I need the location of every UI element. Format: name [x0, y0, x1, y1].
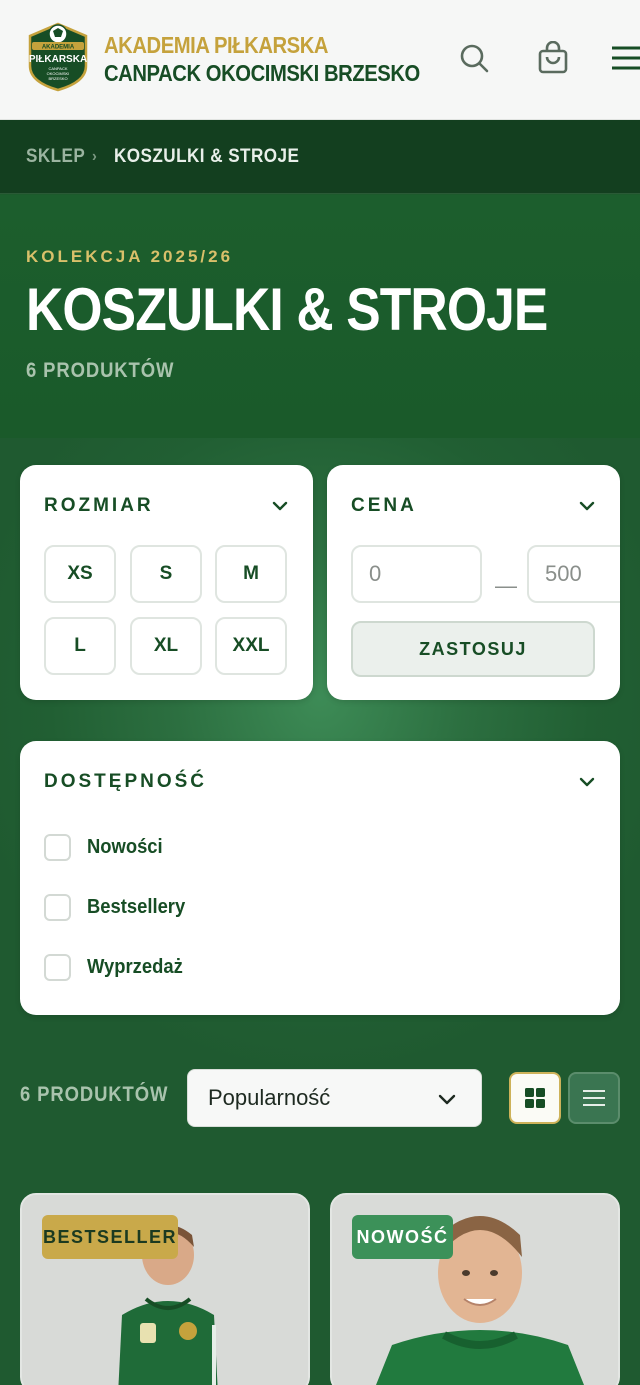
size-option-s[interactable]: S — [130, 545, 202, 603]
chevron-down-icon — [438, 1094, 456, 1105]
search-icon[interactable] — [456, 40, 492, 76]
size-option-xl[interactable]: XL — [130, 617, 202, 675]
availability-option-bestsellers[interactable]: Bestsellery — [44, 893, 194, 921]
results-count: 6 PRODUKTÓW — [20, 1083, 169, 1106]
breadcrumb-link-shop[interactable]: SKLEP — [26, 146, 85, 168]
product-count: 6 PRODUKTÓW — [26, 359, 175, 382]
chevron-down-icon[interactable] — [578, 497, 596, 515]
size-filter-title: ROZMIAR — [44, 495, 154, 516]
svg-text:AKADEMIA: AKADEMIA — [42, 45, 75, 51]
product-badge: BESTSELLER — [42, 1215, 178, 1259]
availability-option-new[interactable]: Nowości — [44, 833, 169, 861]
availability-option-sale[interactable]: Wyprzedaż — [44, 953, 191, 981]
size-option-xs[interactable]: XS — [44, 545, 116, 603]
club-logo[interactable]: AKADEMIA PIŁKARSKA CANPACK OKOCIMSKI BRZ… — [24, 22, 92, 92]
availability-option-label: Bestsellery — [87, 895, 186, 918]
menu-icon[interactable] — [606, 40, 640, 76]
size-option-l[interactable]: L — [44, 617, 116, 675]
checkbox[interactable] — [44, 893, 71, 921]
apply-price-button[interactable]: ZASTOSUJ — [351, 621, 595, 677]
product-badge: NOWOŚĆ — [352, 1215, 453, 1259]
checkbox[interactable] — [44, 833, 71, 861]
size-option-xxl[interactable]: XXL — [215, 617, 287, 675]
price-filter-title: CENA — [351, 495, 417, 516]
breadcrumb-separator: › — [92, 148, 98, 165]
breadcrumb: SKLEP › KOSZULKI & STROJE — [0, 120, 640, 194]
brand-name-line2: CANPACK OKOCIMSKI BRZESKO — [104, 60, 420, 86]
list-view-button[interactable] — [568, 1072, 620, 1124]
breadcrumb-current: KOSZULKI & STROJE — [114, 146, 300, 167]
chevron-down-icon[interactable] — [578, 773, 596, 791]
price-filter-card: CENA 0 — 500 ZASTOSUJ — [327, 465, 620, 700]
site-header: AKADEMIA PIŁKARSKA CANPACK OKOCIMSKI BRZ… — [0, 0, 640, 120]
availability-option-label: Nowości — [87, 835, 163, 858]
size-filter-card: ROZMIAR XS S M L XL XXL — [20, 465, 313, 700]
price-max-input[interactable]: 500 — [527, 545, 620, 603]
chevron-down-icon[interactable] — [271, 497, 289, 515]
grid-view-button[interactable] — [509, 1072, 561, 1124]
product-card[interactable]: NOWOŚĆ — [330, 1193, 620, 1385]
sort-select[interactable]: Popularność — [187, 1069, 482, 1127]
page-title: KOSZULKI & STROJE — [26, 276, 548, 343]
category-hero: KOLEKCJA 2025/26 KOSZULKI & STROJE 6 PRO… — [0, 195, 640, 438]
svg-text:BRZESKO: BRZESKO — [48, 76, 67, 81]
size-option-m[interactable]: M — [215, 545, 287, 603]
availability-filter-card: DOSTĘPNOŚĆ Nowości Bestsellery Wyprzedaż — [20, 741, 620, 1015]
collection-kicker: KOLEKCJA 2025/26 — [26, 247, 234, 266]
availability-filter-title: DOSTĘPNOŚĆ — [44, 771, 208, 792]
availability-option-label: Wyprzedaż — [87, 955, 183, 978]
grid-icon — [525, 1088, 545, 1108]
list-icon — [583, 1090, 605, 1106]
brand-name-line1: AKADEMIA PIŁKARSKA — [104, 32, 329, 58]
product-card[interactable]: BESTSELLER — [20, 1193, 310, 1385]
price-min-input[interactable]: 0 — [351, 545, 482, 603]
svg-text:PIŁKARSKA: PIŁKARSKA — [29, 54, 87, 65]
sort-selected-value: Popularność — [208, 1085, 331, 1110]
checkbox[interactable] — [44, 953, 71, 981]
price-range-separator: — — [495, 573, 517, 598]
cart-icon[interactable] — [535, 40, 571, 76]
